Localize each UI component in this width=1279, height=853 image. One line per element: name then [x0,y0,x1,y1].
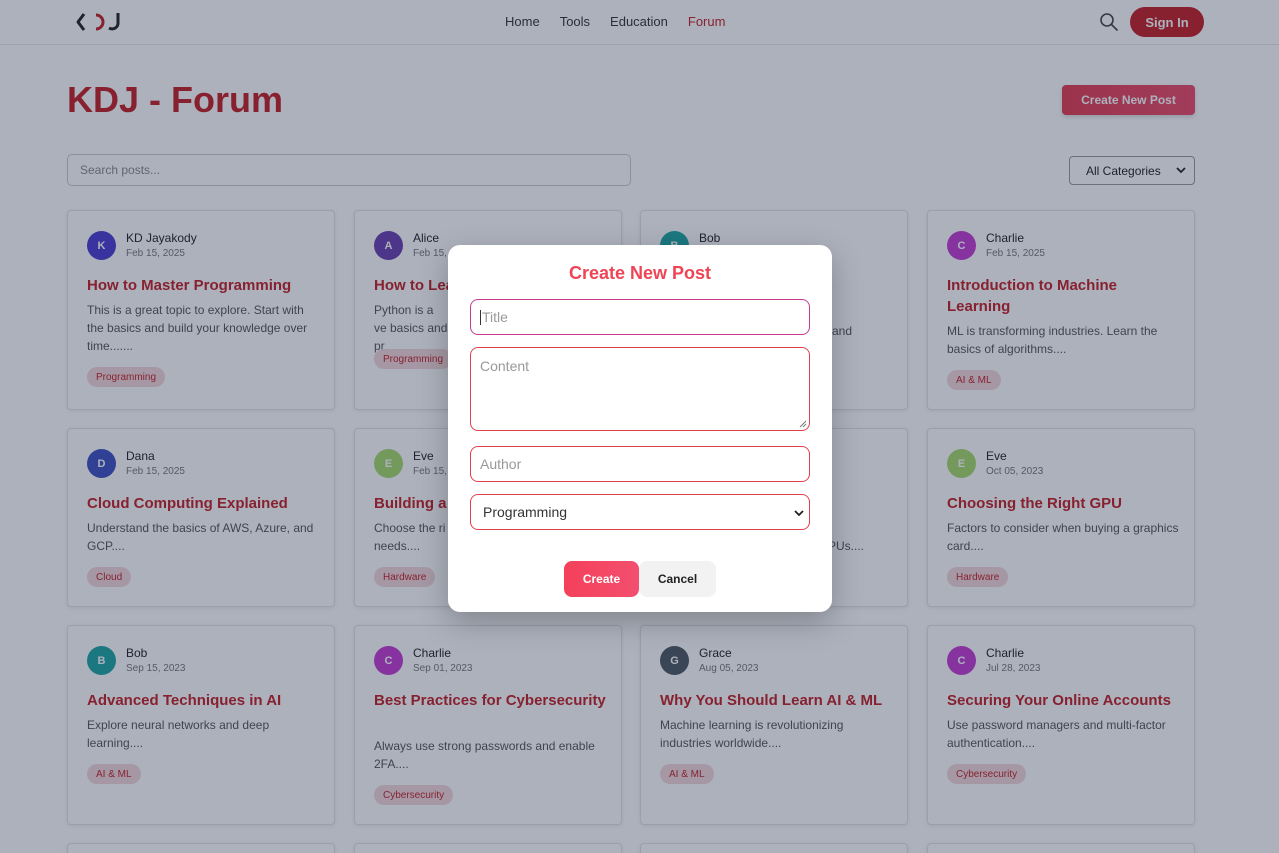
content-textarea[interactable]: Content [470,347,810,431]
author-input[interactable]: Author [470,446,810,482]
text-cursor [480,309,481,325]
create-post-modal: Create New Post Title Content Author Pro… [448,245,832,612]
create-button[interactable]: Create [564,561,639,597]
category-select[interactable]: Programming [470,494,810,530]
chevron-down-icon [794,510,804,517]
resize-grip-icon[interactable] [799,420,807,428]
title-placeholder: Title [482,309,508,325]
content-placeholder: Content [480,358,530,374]
modal-title: Create New Post [568,263,712,283]
cancel-button[interactable]: Cancel [639,561,716,597]
category-value: Programming [483,504,568,520]
author-placeholder: Author [480,456,522,472]
title-input[interactable]: Title [470,299,810,335]
